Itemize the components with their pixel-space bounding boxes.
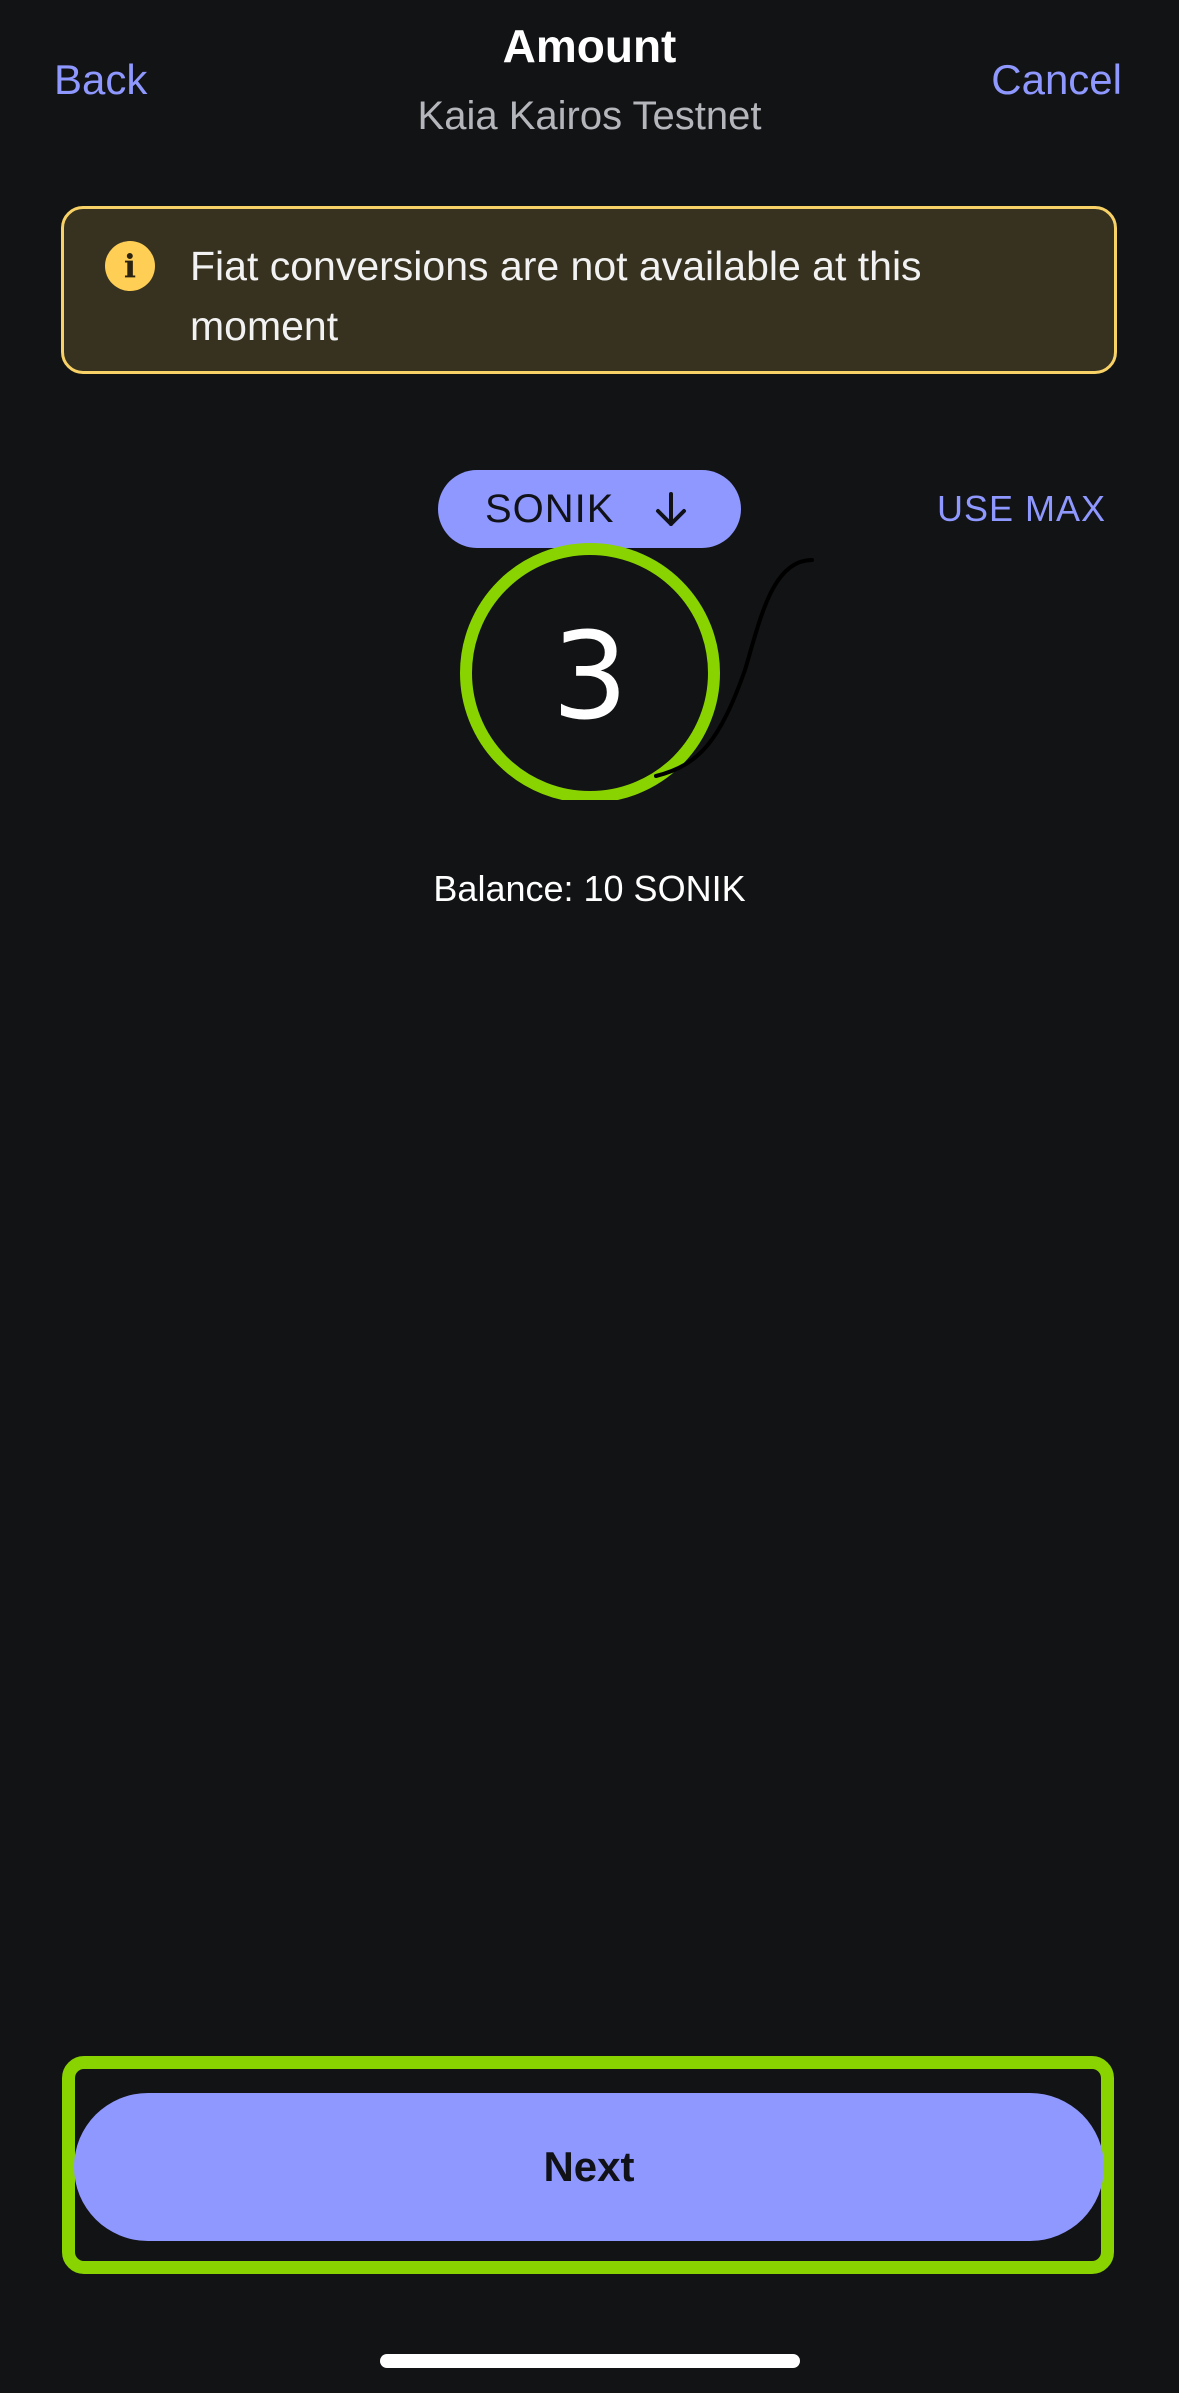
cancel-button[interactable]: Cancel [991, 52, 1122, 108]
amount-display[interactable]: 3 [400, 540, 820, 800]
token-symbol: SONIK [485, 487, 615, 531]
fiat-warning-text: Fiat conversions are not available at th… [190, 243, 922, 349]
token-selector-button[interactable]: SONIK [438, 470, 741, 548]
home-indicator[interactable] [380, 2354, 800, 2368]
fiat-warning-banner: i Fiat conversions are not available at … [61, 206, 1117, 374]
arrow-down-icon [656, 492, 686, 526]
amount-value: 3 [551, 608, 629, 747]
info-icon: i [105, 241, 155, 291]
use-max-button[interactable]: USE MAX [937, 484, 1106, 534]
header-bar: Back Amount Kaia Kairos Testnet Cancel [0, 0, 1179, 160]
next-button[interactable]: Next [74, 2093, 1104, 2241]
balance-label: Balance: 10 SONIK [433, 868, 746, 909]
